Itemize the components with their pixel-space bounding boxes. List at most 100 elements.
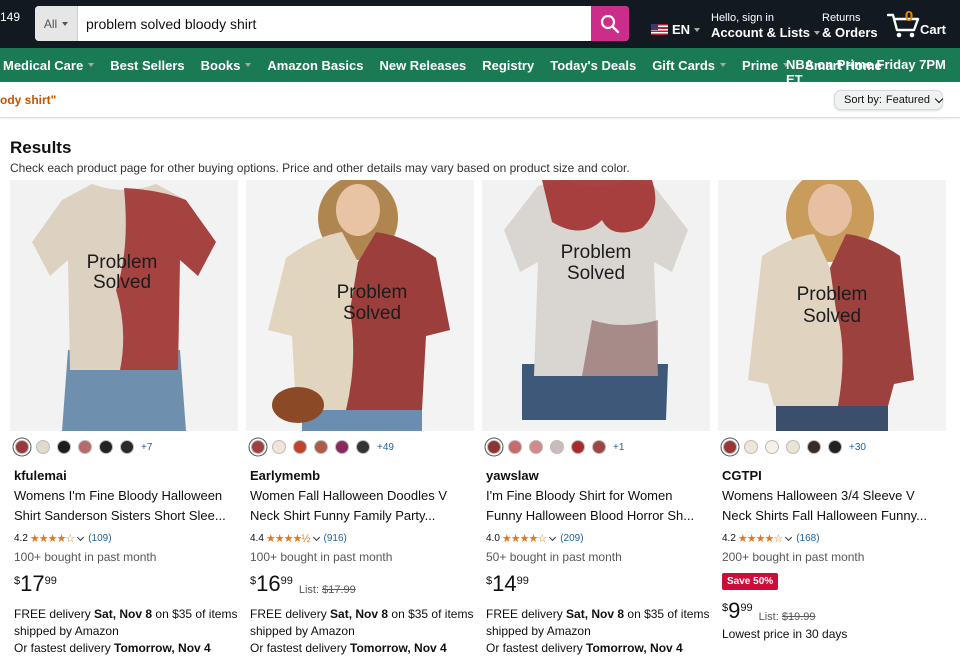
list-price-value: $17.99: [322, 584, 356, 596]
color-swatch[interactable]: [786, 440, 800, 454]
color-swatch[interactable]: [120, 440, 134, 454]
account-lists-label: Account & Lists: [711, 25, 810, 40]
product-image[interactable]: Problem Solved: [718, 180, 946, 431]
nav-item-prime[interactable]: Prime: [742, 58, 790, 73]
review-count[interactable]: (109): [88, 533, 111, 544]
search-department-select[interactable]: All: [35, 6, 78, 41]
us-flag-icon: [651, 24, 668, 35]
nav-item-gift-cards[interactable]: Gift Cards: [652, 58, 727, 73]
caret-down-icon: [694, 27, 701, 32]
list-price-label: List:: [298, 584, 323, 596]
review-count[interactable]: (168): [796, 533, 819, 544]
search-department-label: All: [43, 16, 58, 31]
more-colors-link[interactable]: +7: [141, 442, 152, 453]
color-swatch[interactable]: [57, 440, 71, 454]
color-swatch[interactable]: [314, 440, 328, 454]
color-swatch[interactable]: [293, 440, 307, 454]
more-colors-link[interactable]: +30: [849, 442, 866, 453]
list-price-value: $19.99: [781, 611, 816, 623]
cart-button[interactable]: 0 Cart: [887, 8, 953, 40]
returns-orders-link[interactable]: Returns & Orders: [822, 12, 878, 41]
nav-item-registry[interactable]: Registry: [482, 58, 534, 73]
color-swatch[interactable]: [99, 440, 113, 454]
product-brand: kfulemai: [14, 468, 67, 483]
color-swatch[interactable]: [335, 440, 349, 454]
color-swatch[interactable]: [36, 440, 50, 454]
product-card: Problem Solved +1 yawslaw I'm Fine Blood…: [482, 180, 710, 660]
sort-dropdown[interactable]: Sort by: Featured: [834, 90, 944, 110]
fastest-prefix: Or fastest delivery: [250, 641, 351, 655]
fastest-date: Tomorrow, Nov 4: [350, 641, 447, 655]
color-swatch[interactable]: [356, 440, 370, 454]
product-title[interactable]: Womens I'm Fine Bloody Halloween Shirt S…: [14, 486, 236, 526]
caret-down-icon: [88, 63, 95, 67]
color-swatch[interactable]: [251, 440, 265, 454]
product-rating[interactable]: 4.4 ★★★★½ (916): [250, 532, 347, 545]
product-rating[interactable]: 4.2 ★★★★☆ (109): [14, 532, 112, 545]
review-count[interactable]: (916): [324, 533, 347, 544]
product-title[interactable]: I'm Fine Bloody Shirt for Women Funny Ha…: [486, 486, 708, 526]
color-swatch[interactable]: [828, 440, 842, 454]
product-rating[interactable]: 4.2 ★★★★☆ (168): [722, 532, 820, 545]
nav-item-amazon-basics[interactable]: Amazon Basics: [267, 58, 363, 73]
header-left-fragment: 149: [0, 10, 21, 24]
color-swatch[interactable]: [15, 440, 29, 454]
nav-item-best-sellers[interactable]: Best Sellers: [110, 58, 184, 73]
bought-count: 100+ bought in past month: [14, 550, 157, 564]
product-price: $ 14 99: [486, 572, 529, 596]
results-note: Check each product page for other buying…: [10, 161, 630, 175]
language-selector[interactable]: EN: [651, 22, 701, 37]
color-swatch[interactable]: [571, 440, 585, 454]
product-brand: Earlymemb: [250, 468, 321, 483]
product-image[interactable]: Problem Solved: [10, 180, 238, 431]
delivery-prefix: FREE delivery: [250, 607, 331, 621]
more-colors-link[interactable]: +1: [613, 442, 624, 453]
product-brand: CGTPI: [722, 468, 762, 483]
search-bar: All: [35, 6, 629, 41]
star-rating-icon: ★★★★☆: [737, 533, 783, 545]
nav-item-new-releases[interactable]: New Releases: [379, 58, 466, 73]
product-title-line: I'm Fine Bloody Shirt for Women: [486, 488, 673, 503]
color-swatch[interactable]: [807, 440, 821, 454]
shirt-print-text: Problem: [797, 284, 868, 305]
product-title-line: Shirt Sanderson Sisters Short Slee...: [14, 508, 226, 523]
review-count[interactable]: (209): [560, 533, 583, 544]
search-icon: [600, 14, 620, 33]
color-swatch[interactable]: [744, 440, 758, 454]
search-button[interactable]: [591, 6, 629, 41]
rating-value: 4.2: [722, 533, 736, 544]
product-title-line: Neck Shirt Funny Family Party...: [250, 508, 436, 523]
color-swatch[interactable]: [723, 440, 737, 454]
color-swatch[interactable]: [78, 440, 92, 454]
sort-value: Featured: [885, 94, 930, 106]
product-image[interactable]: Problem Solved: [482, 180, 710, 431]
color-swatch[interactable]: [550, 440, 564, 454]
chevron-down-icon: [77, 533, 85, 541]
tshirt-image: Problem Solved: [482, 180, 710, 431]
color-swatch[interactable]: [487, 440, 501, 454]
price-whole: 17: [20, 571, 45, 596]
star-rating-icon: ★★★★☆: [501, 533, 547, 545]
product-title[interactable]: Womens Halloween 3/4 Sleeve V Neck Shirt…: [722, 486, 944, 526]
nav-item-medical-care[interactable]: Medical Care: [3, 58, 95, 73]
color-swatch[interactable]: [508, 440, 522, 454]
product-image[interactable]: Problem Solved: [246, 180, 474, 431]
color-swatch[interactable]: [272, 440, 286, 454]
chevron-down-icon: [549, 533, 557, 541]
nav-item-books[interactable]: Books: [201, 58, 252, 73]
nav-label: New Releases: [379, 57, 467, 73]
svg-text:Solved: Solved: [803, 306, 861, 327]
color-swatch[interactable]: [529, 440, 543, 454]
delivery-date: Sat, Nov 8: [566, 607, 625, 621]
chevron-down-icon: [312, 533, 320, 541]
color-swatch[interactable]: [765, 440, 779, 454]
rating-value: 4.2: [14, 533, 28, 544]
more-colors-link[interactable]: +49: [377, 442, 394, 453]
color-swatch[interactable]: [592, 440, 606, 454]
product-rating[interactable]: 4.0 ★★★★☆ (209): [486, 532, 584, 545]
product-title[interactable]: Women Fall Halloween Doodles V Neck Shir…: [250, 486, 472, 526]
product-title-line: Women Fall Halloween Doodles V: [250, 488, 448, 503]
nav-item-todays-deals[interactable]: Today's Deals: [550, 58, 636, 73]
search-input[interactable]: [78, 6, 591, 41]
account-menu[interactable]: Hello, sign in Account & Lists: [711, 12, 820, 41]
